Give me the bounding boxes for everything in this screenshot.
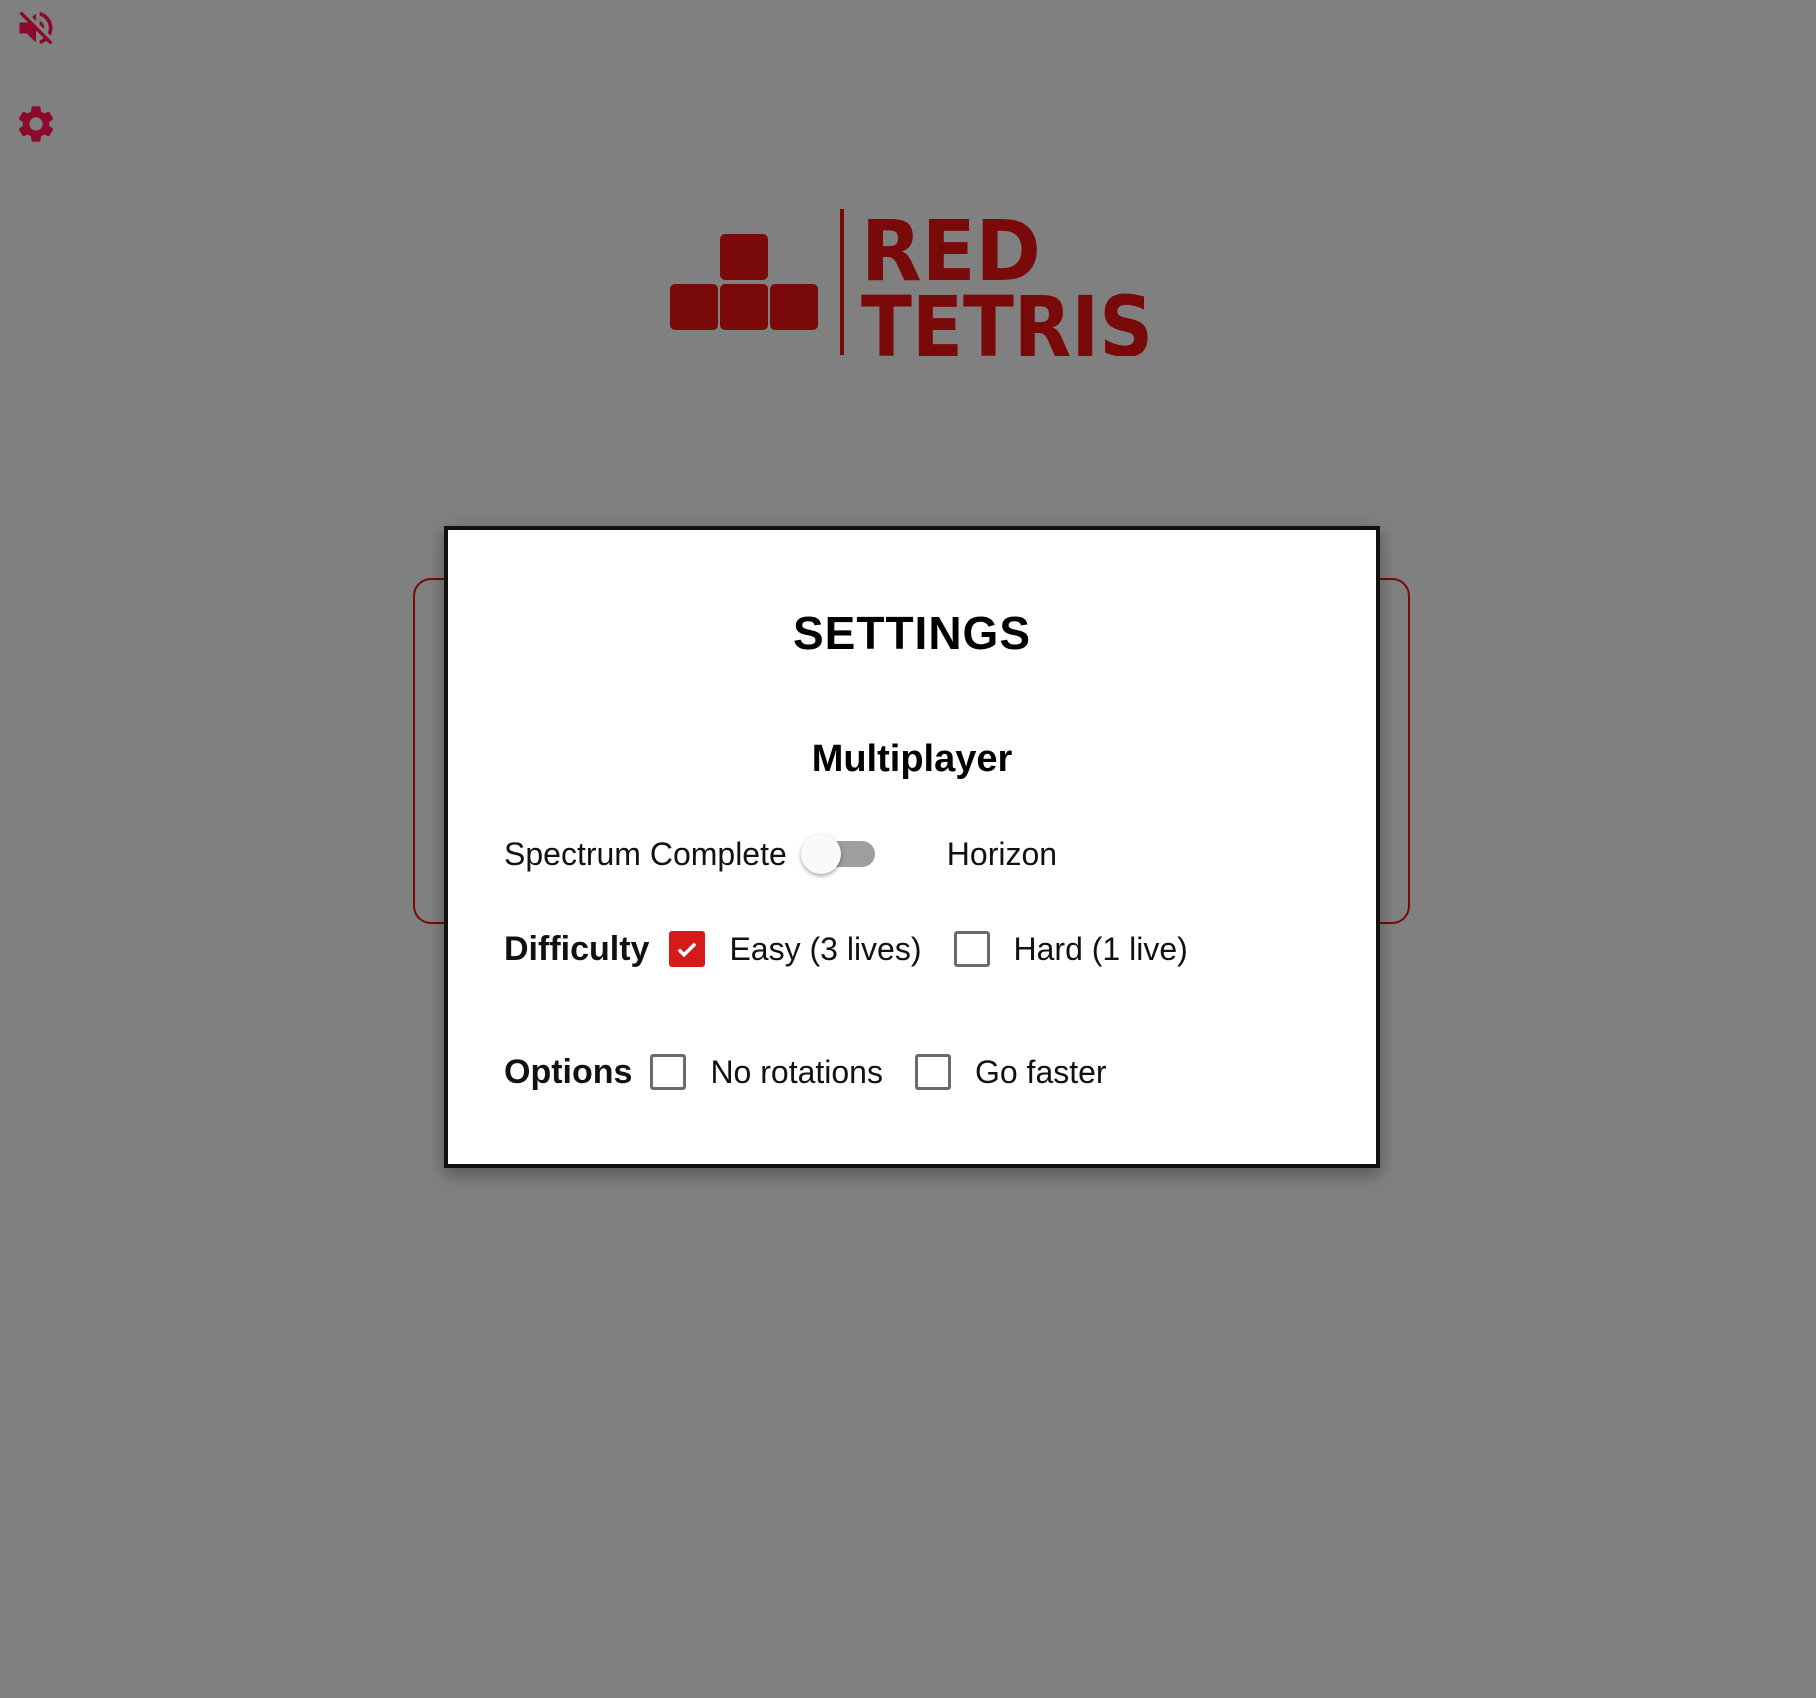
section-title-multiplayer: Multiplayer xyxy=(811,738,1013,780)
mute-button[interactable] xyxy=(14,6,58,50)
red-tetris-logo: RED TETRIS xyxy=(668,202,1168,376)
mode-row: Spectrum Complete Horizon xyxy=(504,826,1057,882)
settings-dialog: SETTINGS Multiplayer Spectrum Complete H… xyxy=(444,526,1380,1168)
logo-divider xyxy=(840,209,844,355)
go-faster-label[interactable]: Go faster xyxy=(975,1054,1107,1091)
logo-block-top xyxy=(720,234,768,280)
toggle-thumb xyxy=(800,834,841,874)
checkmark-icon xyxy=(678,942,697,958)
logo-block-middle xyxy=(720,284,768,330)
difficulty-label: Difficulty xyxy=(504,929,650,968)
easy-label[interactable]: Easy (3 lives) xyxy=(729,931,921,968)
gear-icon xyxy=(18,106,54,142)
no-rotations-checkbox[interactable] xyxy=(650,1054,687,1090)
hard-checkbox[interactable] xyxy=(953,931,990,967)
difficulty-row: Difficulty Easy (3 lives) Hard (1 live) xyxy=(504,921,1188,977)
mode-label-spectrum-complete: Spectrum Complete xyxy=(504,835,787,872)
no-rotations-label[interactable]: No rotations xyxy=(710,1054,883,1091)
options-row: Options No rotations Go faster xyxy=(504,1044,1107,1100)
hard-label[interactable]: Hard (1 live) xyxy=(1014,931,1188,968)
logo-block-left xyxy=(670,284,718,330)
dialog-title: SETTINGS xyxy=(792,607,1032,659)
logo-block-right xyxy=(770,284,818,330)
mode-label-horizon: Horizon xyxy=(946,835,1058,872)
easy-checkbox[interactable] xyxy=(669,931,706,967)
mode-toggle[interactable] xyxy=(800,834,877,874)
go-faster-checkbox[interactable] xyxy=(914,1054,951,1090)
settings-button[interactable] xyxy=(14,102,58,146)
options-label: Options xyxy=(504,1052,633,1091)
volume-off-icon xyxy=(19,11,53,45)
logo-text-tetris: TETRIS xyxy=(861,278,1153,356)
